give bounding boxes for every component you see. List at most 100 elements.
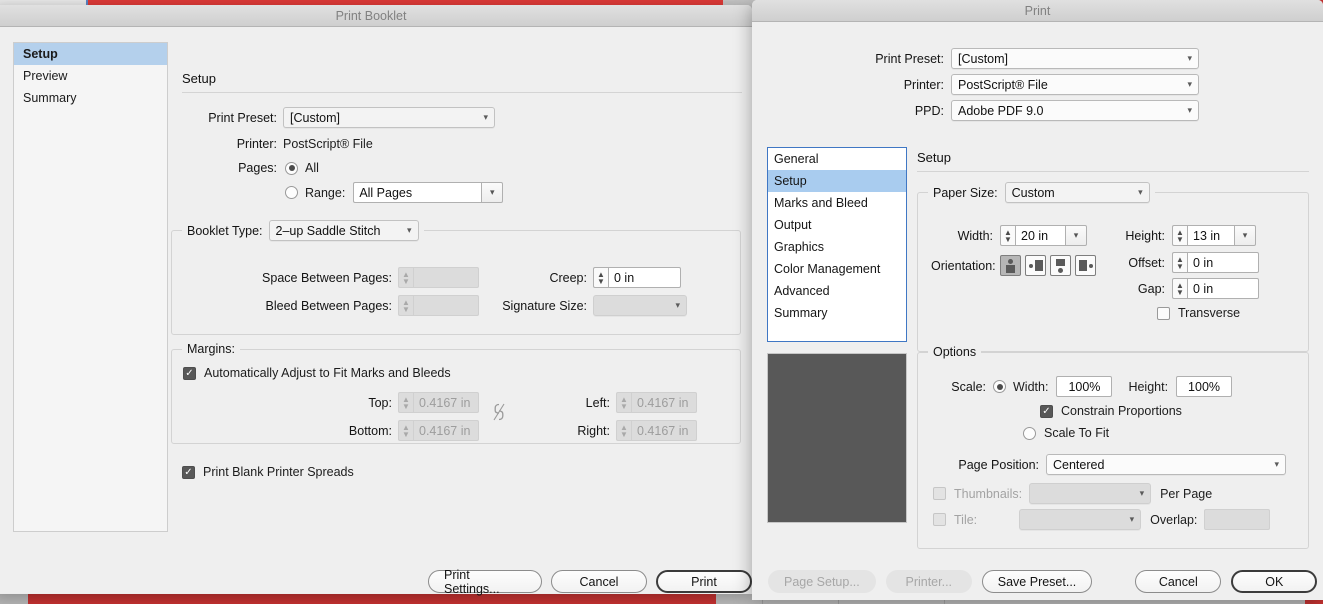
paper-size-label: Paper Size: [933, 185, 998, 200]
pages-range-input[interactable]: All Pages [353, 182, 482, 203]
offset-value: 0 in [1193, 255, 1214, 270]
pages-all-radio[interactable] [285, 161, 298, 175]
orientation-landscape-icon[interactable] [1025, 255, 1046, 276]
booklet-type-select[interactable]: 2–up Saddle Stitch ▾ [268, 220, 419, 241]
category-item-output[interactable]: Output [768, 214, 906, 236]
signature-size-select[interactable]: ▾ [593, 295, 687, 316]
scale-to-fit-label: Scale To Fit [1044, 426, 1110, 440]
margin-right-label: Right: [577, 423, 610, 438]
print-booklet-titlebar: Print Booklet [0, 5, 752, 27]
paper-height-stepper[interactable]: ▲ ▼ [1172, 225, 1187, 246]
broken-chain-icon[interactable] [492, 402, 506, 426]
scale-to-fit-row[interactable]: Scale To Fit [1023, 426, 1109, 440]
pd-ppd-label: PPD: [914, 103, 944, 118]
paper-width-input[interactable]: 20 in [1015, 225, 1065, 246]
space-between-input[interactable] [413, 267, 479, 288]
offset-row: Offset: ▲ ▼ 0 in [1103, 252, 1259, 273]
transverse-checkbox[interactable] [1157, 306, 1170, 320]
margin-left-input[interactable]: 0.4167 in [631, 392, 697, 413]
paper-size-select[interactable]: Custom ▾ [1004, 182, 1150, 203]
paper-size-value: Custom [1011, 185, 1055, 200]
print-preset-select[interactable]: [Custom] ▾ [283, 107, 495, 128]
signature-size-label: Signature Size: [502, 298, 587, 313]
save-preset-button-label: Save Preset... [997, 574, 1077, 589]
scale-height-input[interactable]: 100% [1176, 376, 1233, 397]
paper-width-value: 20 in [1021, 228, 1049, 243]
margin-bottom-input[interactable]: 0.4167 in [413, 420, 479, 441]
pages-range-radio[interactable] [285, 186, 298, 199]
creep-input[interactable]: 0 in [608, 267, 681, 288]
tile-checkbox[interactable] [933, 513, 946, 526]
pages-range-label: Range: [305, 185, 346, 200]
category-item-marks-and-bleed[interactable]: Marks and Bleed [768, 192, 906, 214]
thumbnails-select[interactable]: ▾ [1029, 483, 1152, 504]
creep-stepper[interactable]: ▲ ▼ [593, 267, 608, 288]
paper-height-input[interactable]: 13 in [1187, 225, 1234, 246]
paper-height-unit-dropdown[interactable]: ▾ [1234, 225, 1256, 246]
print-blank-spreads-checkbox[interactable]: ✓ [182, 465, 195, 479]
margin-right-stepper[interactable]: ▲ ▼ [616, 420, 631, 441]
cancel-button[interactable]: Cancel [551, 570, 647, 593]
category-item-advanced[interactable]: Advanced [768, 280, 906, 302]
pages-range-dropdown-button[interactable]: ▾ [481, 182, 504, 203]
paper-width-unit-dropdown[interactable]: ▾ [1065, 225, 1087, 246]
offset-input[interactable]: 0 in [1187, 252, 1259, 273]
constrain-proportions-checkbox[interactable]: ✓ [1040, 404, 1053, 418]
sidebar-item-preview[interactable]: Preview [14, 65, 167, 87]
gap-input[interactable]: 0 in [1187, 278, 1259, 299]
bleed-between-input[interactable] [413, 295, 479, 316]
save-preset-button[interactable]: Save Preset... [981, 570, 1093, 593]
pd-print-preset-select[interactable]: [Custom] ▾ [951, 48, 1199, 69]
orientation-portrait-icon[interactable] [1000, 255, 1021, 276]
pd-printer-select[interactable]: PostScript® File ▾ [951, 74, 1199, 95]
margin-top-stepper[interactable]: ▲ ▼ [398, 392, 413, 413]
orientation-portrait-reversed-icon[interactable] [1050, 255, 1071, 276]
constrain-proportions-label: Constrain Proportions [1061, 404, 1182, 418]
pd-printer-label: Printer: [903, 77, 944, 92]
space-between-stepper[interactable]: ▲ ▼ [398, 267, 413, 288]
scale-radio[interactable] [993, 380, 1006, 393]
page-position-select[interactable]: Centered ▾ [1046, 454, 1286, 475]
category-item-summary[interactable]: Summary [768, 302, 906, 324]
margin-right-input[interactable]: 0.4167 in [631, 420, 697, 441]
transverse-row[interactable]: Transverse [1157, 306, 1240, 320]
bleed-between-stepper[interactable]: ▲ ▼ [398, 295, 413, 316]
auto-adjust-row[interactable]: ✓ Automatically Adjust to Fit Marks and … [183, 366, 451, 380]
category-item-graphics[interactable]: Graphics [768, 236, 906, 258]
sidebar-item-summary[interactable]: Summary [14, 87, 167, 109]
paper-width-stepper[interactable]: ▲ ▼ [1000, 225, 1015, 246]
printer-button[interactable]: Printer... [885, 570, 972, 593]
margin-left-stepper[interactable]: ▲ ▼ [616, 392, 631, 413]
constrain-proportions-row[interactable]: ✓ Constrain Proportions [1040, 404, 1182, 418]
category-label: Output [774, 218, 812, 232]
orientation-landscape-reversed-icon[interactable] [1075, 255, 1096, 276]
print-settings-button[interactable]: Print Settings... [428, 568, 542, 596]
offset-stepper[interactable]: ▲ ▼ [1172, 252, 1187, 273]
category-item-color-management[interactable]: Color Management [768, 258, 906, 280]
scale-width-input[interactable]: 100% [1056, 376, 1113, 397]
page-setup-button[interactable]: Page Setup... [768, 570, 876, 593]
margin-right-row: Right: ▲ ▼ 0.4167 in [560, 420, 697, 441]
bleed-between-pages-row: Bleed Between Pages: ▲ ▼ [227, 295, 479, 316]
screen: Print Booklet Setup Preview Summary Setu… [0, 0, 1323, 604]
print-button[interactable]: Print [656, 570, 752, 593]
scale-to-fit-radio[interactable] [1023, 426, 1036, 440]
margins-group: Margins: ✓ Automatically Adjust to Fit M… [171, 342, 741, 444]
print-dialog-cancel-button[interactable]: Cancel [1135, 570, 1222, 593]
margin-top-input[interactable]: 0.4167 in [413, 392, 479, 413]
tile-select[interactable]: ▾ [1019, 509, 1142, 530]
thumbnails-checkbox[interactable] [933, 487, 946, 500]
sidebar-item-setup[interactable]: Setup [14, 43, 167, 65]
paper-height-row: Height: ▲ ▼ 13 in ▾ [1103, 225, 1256, 246]
margin-top-label: Top: [368, 395, 392, 410]
category-item-general[interactable]: General [768, 148, 906, 170]
print-blank-spreads-row[interactable]: ✓ Print Blank Printer Spreads [182, 465, 354, 479]
pd-ppd-select[interactable]: Adobe PDF 9.0 ▾ [951, 100, 1199, 121]
category-item-setup[interactable]: Setup [768, 170, 906, 192]
gap-stepper[interactable]: ▲ ▼ [1172, 278, 1187, 299]
overlap-input[interactable] [1204, 509, 1271, 530]
offset-label: Offset: [1128, 255, 1165, 270]
margin-bottom-stepper[interactable]: ▲ ▼ [398, 420, 413, 441]
auto-adjust-checkbox[interactable]: ✓ [183, 366, 196, 380]
ok-button[interactable]: OK [1231, 570, 1318, 593]
